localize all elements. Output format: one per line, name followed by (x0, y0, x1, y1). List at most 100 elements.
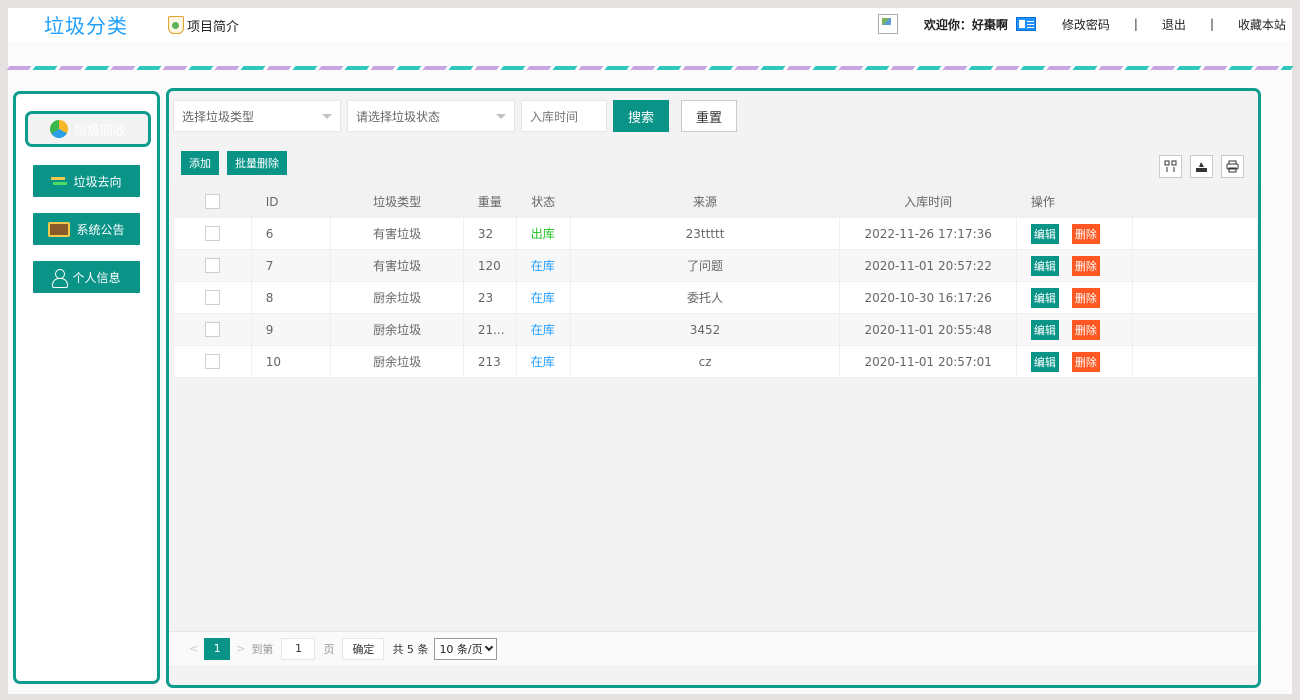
cell-filler (1131, 313, 1258, 346)
sidebar-item-destination[interactable]: 垃圾去向 (33, 165, 140, 197)
reset-button[interactable]: 重置 (681, 100, 738, 132)
delete-button[interactable]: 删除 (1071, 319, 1100, 340)
row-checkbox[interactable] (204, 290, 220, 305)
delete-button[interactable]: 删除 (1071, 287, 1100, 308)
status-select[interactable]: 请选择垃圾状态 (347, 100, 515, 132)
next-page-button[interactable]: > (230, 642, 251, 655)
cell-type: 厨余垃圾 (330, 313, 464, 346)
edit-button[interactable]: 编辑 (1030, 255, 1059, 276)
sidebar-item-profile[interactable]: 个人信息 (33, 261, 140, 293)
table-header-row: ID 垃圾类型 重量 状态 来源 入库时间 操作 (173, 185, 1258, 218)
page: 垃圾分类 项目简介 欢迎你：好棗啊 修改密码 | 退出 | 收藏本站 垃圾回收 … (6, 8, 1294, 694)
table-row: 10 厨余垃圾 213 在库 cz 2020-11-01 20:57:01 编辑… (173, 345, 1258, 378)
print-icon[interactable] (1221, 155, 1244, 178)
header-status[interactable]: 状态 (515, 185, 571, 218)
type-select-placeholder: 选择垃圾类型 (182, 109, 255, 124)
trash-cup-icon (168, 16, 184, 34)
brand-title[interactable]: 垃圾分类 (44, 10, 128, 39)
page-unit-label: 页 (323, 642, 335, 656)
goto-page-input[interactable]: 1 (281, 637, 316, 660)
prev-page-button[interactable]: < (183, 642, 204, 655)
sidebar: 垃圾回收 垃圾去向 系统公告 个人信息 (13, 91, 160, 684)
table-toolbar: 添加 批量删除 (181, 151, 287, 175)
header-id[interactable]: ID (250, 185, 332, 218)
table-row: 9 厨余垃圾 21... 在库 3452 2020-11-01 20:55:48… (173, 313, 1258, 346)
select-all-checkbox[interactable] (204, 194, 220, 209)
header-weight[interactable]: 重量 (462, 185, 517, 218)
garbage-table: ID 垃圾类型 重量 状态 来源 入库时间 操作 6 有害垃圾 32 出库 23… (173, 185, 1258, 378)
edit-button[interactable]: 编辑 (1030, 223, 1059, 244)
cell-type: 有害垃圾 (330, 217, 464, 250)
delete-button[interactable]: 删除 (1071, 351, 1100, 372)
row-checkbox[interactable] (204, 226, 220, 241)
cell-type: 有害垃圾 (330, 249, 464, 282)
cell-id: 6 (250, 217, 332, 250)
logout-link[interactable]: 退出 (1162, 16, 1186, 33)
cell-source: 3452 (569, 313, 841, 346)
add-button[interactable]: 添加 (181, 151, 219, 175)
sidebar-item-label: 系统公告 (76, 222, 125, 237)
id-card-icon (1015, 17, 1036, 31)
cell-actions: 编辑 删除 (1015, 313, 1133, 346)
row-checkbox[interactable] (204, 354, 220, 369)
main-panel: 选择垃圾类型 请选择垃圾状态 入库时间 搜索 重置 添加 批量删除 ID 垃圾类… (166, 88, 1261, 688)
cell-source: 了问题 (569, 249, 841, 282)
page-size-select[interactable]: 10 条/页 (434, 637, 497, 660)
user-menu: 欢迎你：好棗啊 修改密码 | 退出 | 收藏本站 (877, 13, 1286, 35)
row-checkbox[interactable] (204, 258, 220, 273)
search-button[interactable]: 搜索 (613, 100, 670, 132)
header-type[interactable]: 垃圾类型 (330, 185, 464, 218)
caret-down-icon (496, 113, 506, 119)
table-row: 8 厨余垃圾 23 在库 委托人 2020-10-30 16:17:26 编辑删… (173, 281, 1258, 314)
delete-button[interactable]: 删除 (1071, 255, 1100, 276)
bookmark-link[interactable]: 收藏本站 (1238, 16, 1286, 33)
edit-button[interactable]: 编辑 (1030, 287, 1059, 308)
cell-status: 出库 (515, 217, 571, 250)
cell-weight: 23 (462, 281, 517, 314)
decorative-stripe (6, 66, 1294, 70)
goto-confirm-button[interactable]: 确定 (342, 637, 385, 660)
status-select-placeholder: 请选择垃圾状态 (356, 109, 441, 124)
table-tools (1159, 155, 1244, 178)
bulletin-icon (48, 221, 71, 237)
cell-id: 10 (250, 345, 332, 378)
cell-id: 8 (250, 281, 332, 314)
header-time[interactable]: 入库时间 (839, 185, 1017, 218)
cell-actions: 编辑 删除 (1015, 281, 1133, 314)
delete-button[interactable]: 删除 (1071, 223, 1100, 244)
cell-source: 委托人 (569, 281, 841, 314)
header-source[interactable]: 来源 (569, 185, 841, 218)
pagination: < 1 > 到第 1 页 确定 共 5 条 10 条/页 (169, 631, 1258, 665)
time-input[interactable]: 入库时间 (521, 100, 607, 132)
cell-weight: 120 (462, 249, 517, 282)
filter-bar: 选择垃圾类型 请选择垃圾状态 入库时间 搜索 重置 (173, 100, 738, 134)
export-icon[interactable] (1190, 155, 1213, 178)
sidebar-item-label: 垃圾回收 (73, 123, 126, 139)
cell-id: 7 (250, 249, 332, 282)
welcome-text: 欢迎你：好棗啊 (923, 17, 1008, 32)
cell-time: 2020-11-01 20:57:01 (839, 345, 1017, 378)
sidebar-item-recycle[interactable]: 垃圾回收 (25, 111, 151, 147)
caret-down-icon (322, 113, 332, 119)
total-count: 共 5 条 (392, 642, 429, 656)
avatar-image-icon (877, 14, 898, 34)
cell-id: 9 (250, 313, 332, 346)
cell-status: 在库 (515, 249, 571, 282)
sidebar-item-announcements[interactable]: 系统公告 (33, 213, 140, 245)
cell-weight: 213 (462, 345, 517, 378)
page-1-button[interactable]: 1 (204, 637, 231, 660)
edit-button[interactable]: 编辑 (1030, 319, 1059, 340)
project-intro-label: 项目简介 (187, 19, 240, 35)
columns-icon[interactable] (1159, 155, 1182, 178)
edit-button[interactable]: 编辑 (1030, 351, 1059, 372)
cell-actions: 编辑 删除 (1015, 249, 1133, 282)
row-checkbox[interactable] (204, 322, 220, 337)
cell-weight: 21... (462, 313, 517, 346)
cell-time: 2020-11-01 20:57:22 (839, 249, 1017, 282)
table-row: 6 有害垃圾 32 出库 23ttttt 2022-11-26 17:17:36… (173, 217, 1258, 250)
cell-type: 厨余垃圾 (330, 281, 464, 314)
batch-delete-button[interactable]: 批量删除 (227, 151, 287, 175)
type-select[interactable]: 选择垃圾类型 (173, 100, 341, 132)
project-intro-link[interactable]: 项目简介 (168, 14, 239, 36)
change-password-link[interactable]: 修改密码 (1062, 16, 1110, 33)
